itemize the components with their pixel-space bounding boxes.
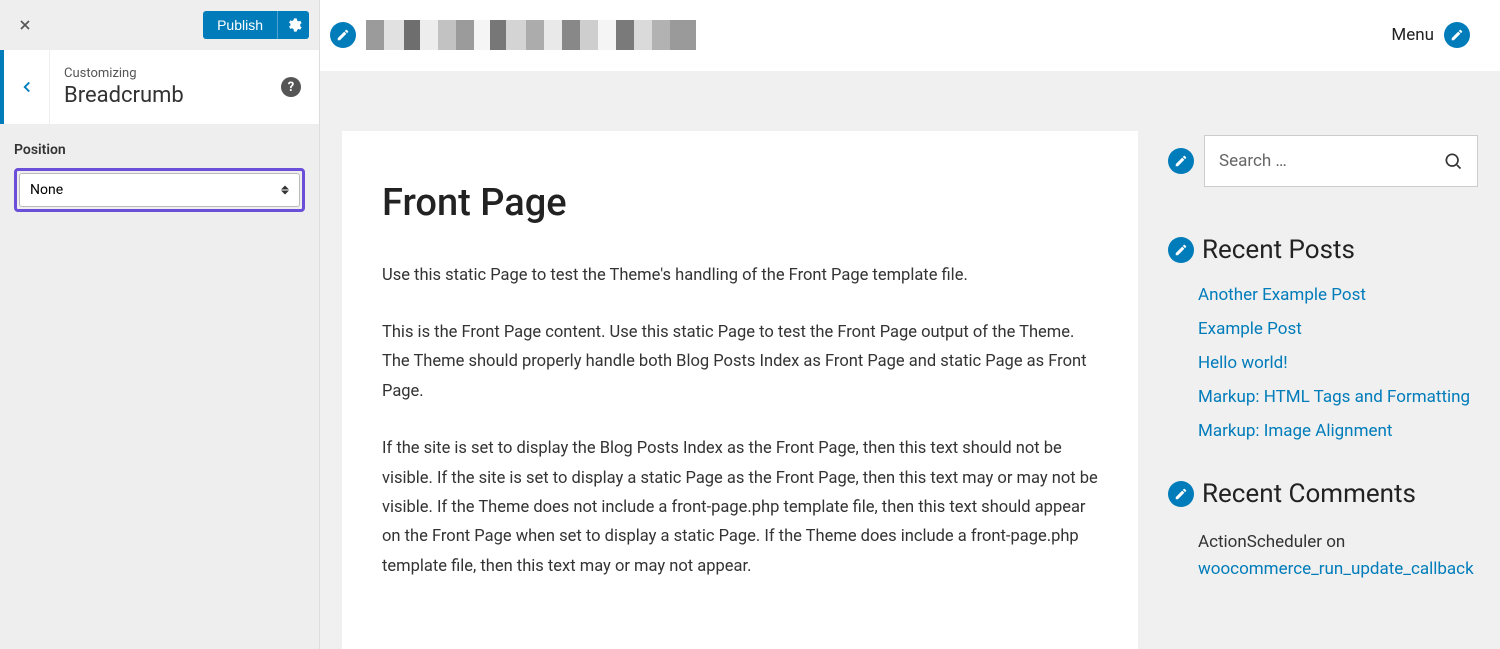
pencil-icon <box>1174 243 1188 257</box>
site-title-redacted <box>366 20 696 50</box>
comment-target-link[interactable]: woocommerce_run_update_callback <box>1198 559 1474 579</box>
comment-author: ActionScheduler <box>1198 532 1322 552</box>
search-icon <box>1443 151 1463 171</box>
section-header: Customizing Breadcrumb ? <box>50 50 319 124</box>
search-input[interactable]: Search … <box>1204 135 1478 187</box>
edit-shortcut-search[interactable] <box>1168 148 1194 174</box>
site-header: Menu <box>320 0 1500 71</box>
list-item[interactable]: Markup: Image Alignment <box>1198 421 1478 441</box>
preview-body: Front Page Use this static Page to test … <box>320 71 1500 649</box>
back-button[interactable] <box>0 50 50 124</box>
preview-area: Menu Front Page Use this static Page to … <box>320 0 1500 649</box>
menu-toggle[interactable]: Menu <box>1391 25 1434 45</box>
main-content: Front Page Use this static Page to test … <box>342 131 1138 649</box>
list-item[interactable]: Markup: HTML Tags and Formatting <box>1198 387 1478 407</box>
recent-comments-widget: Recent Comments ActionScheduler on wooco… <box>1168 479 1478 583</box>
search-widget: Search … <box>1168 135 1478 187</box>
recent-posts-title: Recent Posts <box>1202 235 1355 265</box>
search-placeholder: Search … <box>1219 151 1287 171</box>
list-item[interactable]: Example Post <box>1198 319 1478 339</box>
publish-group: Publish <box>203 11 309 39</box>
customizer-top-bar: Publish <box>0 0 319 50</box>
select-caret-icon <box>281 186 289 195</box>
position-control: Position None <box>0 124 319 212</box>
list-item[interactable]: Another Example Post <box>1198 285 1478 305</box>
position-select[interactable]: None <box>19 173 300 207</box>
help-button[interactable]: ? <box>281 77 301 97</box>
page-title: Front Page <box>382 181 1098 225</box>
close-icon <box>17 17 33 33</box>
edit-shortcut-menu[interactable] <box>1444 22 1470 48</box>
position-label: Position <box>14 142 305 158</box>
content-paragraph: If the site is set to display the Blog P… <box>382 434 1098 581</box>
comment-on-text: on <box>1322 532 1345 552</box>
publish-settings-button[interactable] <box>277 11 309 39</box>
position-select-value: None <box>30 182 63 198</box>
pencil-icon <box>1450 28 1464 42</box>
content-paragraph: Use this static Page to test the Theme's… <box>382 261 1098 290</box>
comment-item: ActionScheduler on woocommerce_run_updat… <box>1168 529 1478 583</box>
recent-comments-title: Recent Comments <box>1202 479 1416 509</box>
pencil-icon <box>1174 487 1188 501</box>
pencil-icon <box>336 28 350 42</box>
content-paragraph: This is the Front Page content. Use this… <box>382 318 1098 406</box>
close-customizer-button[interactable] <box>10 10 40 40</box>
position-select-highlight: None <box>14 168 305 212</box>
edit-shortcut-recent-posts[interactable] <box>1168 237 1194 263</box>
section-subtitle: Customizing <box>64 66 281 81</box>
gear-icon <box>286 17 302 33</box>
edit-shortcut-title[interactable] <box>330 22 356 48</box>
customizer-panel: Publish Customizing Breadcrumb ? Positio… <box>0 0 320 649</box>
recent-posts-widget: Recent Posts Another Example Post Exampl… <box>1168 235 1478 441</box>
section-title: Breadcrumb <box>64 83 281 108</box>
pencil-icon <box>1174 154 1188 168</box>
publish-button[interactable]: Publish <box>203 11 277 39</box>
chevron-left-icon <box>18 78 36 96</box>
recent-posts-list: Another Example Post Example Post Hello … <box>1168 285 1478 441</box>
edit-shortcut-recent-comments[interactable] <box>1168 481 1194 507</box>
list-item[interactable]: Hello world! <box>1198 353 1478 373</box>
widget-sidebar: Search … Recent Posts Another Example Po… <box>1168 131 1478 649</box>
